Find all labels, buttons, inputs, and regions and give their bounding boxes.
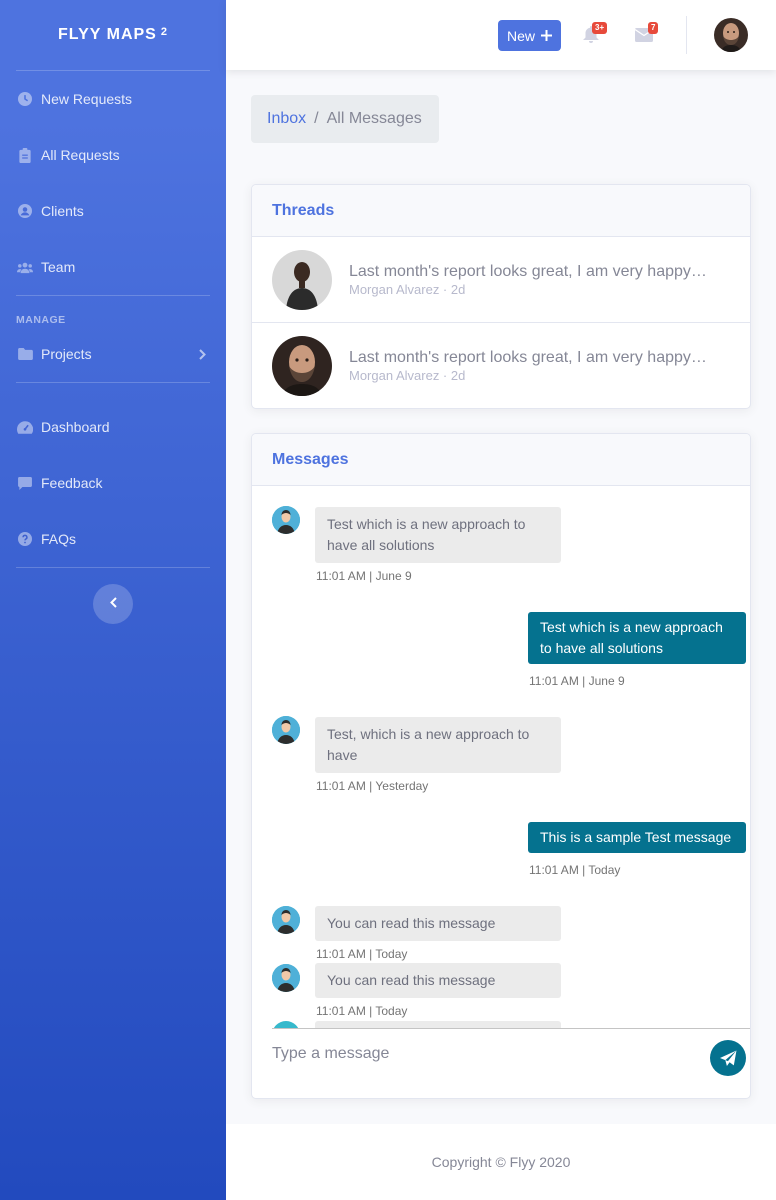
threads-title: Threads bbox=[252, 185, 750, 237]
message-avatar bbox=[272, 506, 300, 534]
messages-badge: 7 bbox=[648, 22, 659, 34]
sidebar-item-faqs[interactable]: FAQs bbox=[0, 511, 226, 567]
sidebar-item-team[interactable]: Team bbox=[0, 239, 226, 295]
brand[interactable]: FLYY MAPS 2 bbox=[0, 0, 226, 70]
message-input[interactable] bbox=[272, 1045, 692, 1063]
send-button[interactable] bbox=[710, 1040, 746, 1076]
thread-item[interactable]: Last month's report looks great, I am ve… bbox=[252, 237, 750, 323]
brand-sup: 2 bbox=[160, 26, 168, 38]
messages-title: Messages bbox=[252, 434, 750, 486]
question-circle-icon bbox=[17, 531, 33, 547]
breadcrumb: Inbox / All Messages bbox=[251, 95, 439, 143]
paper-plane-icon bbox=[719, 1050, 737, 1067]
breadcrumb-inbox-link[interactable]: Inbox bbox=[267, 110, 306, 128]
sidebar-item-all-requests[interactable]: All Requests bbox=[0, 127, 226, 183]
message-avatar bbox=[272, 1021, 300, 1028]
tachometer-icon bbox=[17, 419, 33, 435]
message-bubble-incoming bbox=[315, 1021, 561, 1028]
chevron-right-icon bbox=[199, 347, 206, 363]
sidebar-item-label: New Requests bbox=[41, 91, 133, 107]
breadcrumb-separator: / bbox=[314, 110, 319, 127]
user-circle-icon bbox=[17, 203, 33, 219]
clipboard-icon bbox=[17, 147, 33, 163]
message-bubble-incoming: You can read this message bbox=[315, 963, 561, 998]
message-bubble-outgoing: Test which is a new approach to have all… bbox=[528, 612, 746, 664]
message-bubble-incoming: You can read this message bbox=[315, 906, 561, 941]
thread-avatar bbox=[272, 249, 332, 310]
folder-icon bbox=[17, 346, 33, 362]
messages-button[interactable]: 7 bbox=[634, 22, 659, 47]
chevron-left-icon bbox=[109, 595, 117, 613]
message-time: 11:01 AM | Today bbox=[529, 863, 621, 877]
message-avatar bbox=[272, 964, 300, 992]
new-button-label: New bbox=[506, 27, 535, 44]
plus-icon bbox=[541, 30, 552, 41]
sidebar-item-label: Dashboard bbox=[41, 419, 110, 435]
thread-message: Last month's report looks great, I am ve… bbox=[349, 349, 709, 366]
message-time: 11:01 AM | Yesterday bbox=[316, 779, 429, 793]
sidebar-item-label: Feedback bbox=[41, 475, 103, 491]
messages-card: Messages Test which is a new approach to… bbox=[251, 433, 751, 1099]
sidebar-item-projects[interactable]: Projects bbox=[0, 332, 226, 376]
message-time: 11:01 AM | June 9 bbox=[316, 569, 412, 583]
message-avatar bbox=[272, 716, 300, 744]
sidebar: FLYY MAPS 2 New Requests All Requests Cli… bbox=[0, 0, 226, 1200]
sidebar-item-label: FAQs bbox=[41, 531, 77, 547]
message-time: 11:01 AM | Today bbox=[316, 947, 408, 961]
sidebar-item-label: Projects bbox=[41, 346, 92, 362]
sidebar-item-dashboard[interactable]: Dashboard bbox=[0, 399, 226, 455]
sidebar-heading-manage: MANAGE bbox=[16, 314, 66, 326]
sidebar-item-new-requests[interactable]: New Requests bbox=[0, 71, 226, 127]
sidebar-item-label: Clients bbox=[41, 203, 84, 219]
thread-meta: Morgan Alvarez · 2d bbox=[349, 368, 466, 383]
thread-meta: Morgan Alvarez · 2d bbox=[349, 281, 466, 297]
thread-message: Last month's report looks great, I am ve… bbox=[349, 262, 709, 280]
alerts-button[interactable]: 3+ bbox=[583, 22, 608, 49]
message-composer bbox=[272, 1028, 750, 1098]
sidebar-divider bbox=[16, 567, 210, 568]
thread-avatar bbox=[272, 336, 332, 396]
comment-icon bbox=[17, 475, 33, 491]
alerts-badge: 3+ bbox=[592, 22, 608, 34]
topbar: New 3+ 7 bbox=[226, 0, 776, 70]
sidebar-toggle-button[interactable] bbox=[93, 584, 133, 624]
users-icon bbox=[17, 259, 33, 275]
footer: Copyright © Flyy 2020 bbox=[226, 1124, 776, 1200]
topbar-divider bbox=[686, 16, 687, 54]
sidebar-item-label: All Requests bbox=[41, 147, 120, 163]
brand-name: FLYY MAPS bbox=[58, 26, 157, 43]
message-list[interactable]: Test which is a new approach to have all… bbox=[252, 486, 750, 1028]
sidebar-item-feedback[interactable]: Feedback bbox=[0, 455, 226, 511]
copyright-text: Copyright © Flyy 2020 bbox=[431, 1154, 571, 1170]
message-time: 11:01 AM | June 9 bbox=[529, 674, 625, 688]
thread-item[interactable]: Last month's report looks great, I am ve… bbox=[252, 323, 750, 408]
message-time: 11:01 AM | Today bbox=[316, 1004, 408, 1018]
new-button[interactable]: New bbox=[498, 20, 561, 51]
message-bubble-incoming: Test which is a new approach to have all… bbox=[315, 507, 561, 563]
sidebar-item-clients[interactable]: Clients bbox=[0, 183, 226, 239]
message-bubble-outgoing: This is a sample Test message bbox=[528, 822, 746, 853]
message-avatar bbox=[272, 906, 300, 934]
breadcrumb-current: All Messages bbox=[326, 110, 422, 127]
user-avatar[interactable] bbox=[714, 18, 748, 52]
sidebar-item-label: Team bbox=[41, 259, 76, 275]
message-bubble-incoming: Test, which is a new approach to have bbox=[315, 717, 561, 773]
threads-card: Threads Last month's report looks great,… bbox=[251, 184, 751, 409]
clock-icon bbox=[17, 91, 33, 107]
